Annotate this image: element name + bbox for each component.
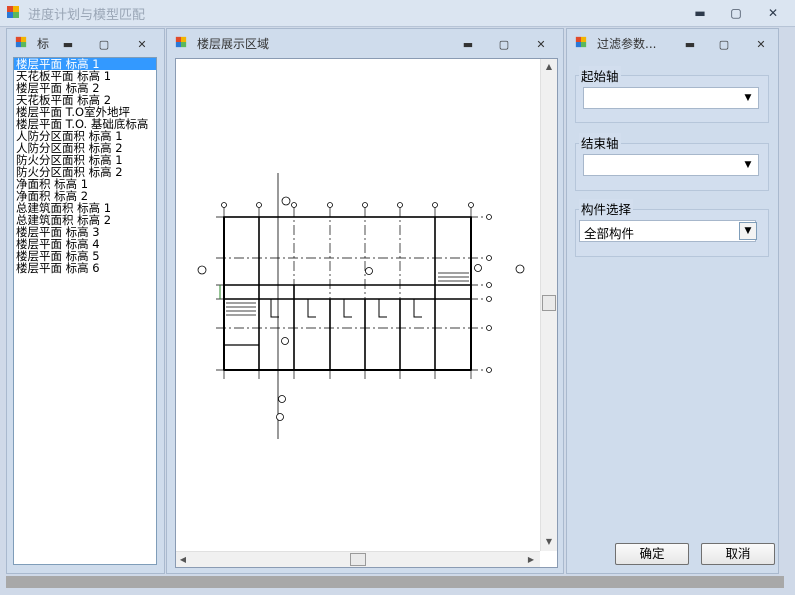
minimize-icon: ▬ bbox=[684, 38, 696, 51]
horizontal-scroll-thumb[interactable] bbox=[350, 553, 366, 566]
left-panel-title: 标 bbox=[37, 37, 50, 51]
scroll-up-icon[interactable]: ▲ bbox=[541, 62, 557, 71]
window-titlebar: 进度计划与模型匹配 ▬ ▢ ✕ bbox=[0, 0, 795, 27]
vertical-scrollbar[interactable]: ▲ ▼ bbox=[540, 59, 557, 551]
left-panel-close-button[interactable]: ✕ bbox=[133, 38, 151, 52]
center-panel: 楼层展示区域 ▬ ▢ ✕ ▲ ▼ ◀ ▶ bbox=[166, 28, 564, 574]
app-icon bbox=[7, 6, 19, 18]
close-icon: ✕ bbox=[137, 38, 147, 51]
left-panel-minimize-button[interactable]: ▬ bbox=[59, 38, 77, 52]
component-value: 全部构件 bbox=[584, 226, 635, 241]
right-panel-close-button[interactable]: ✕ bbox=[752, 38, 770, 52]
list-item[interactable]: 楼层平面 标高 6 bbox=[14, 262, 156, 274]
close-icon: ✕ bbox=[536, 38, 546, 51]
panel-icon bbox=[175, 36, 187, 48]
view-list[interactable]: 楼层平面 标高 1 天花板平面 标高 1 楼层平面 标高 2 天花板平面 标高 2 楼层… bbox=[13, 57, 157, 565]
start-axis-select[interactable]: ▼ bbox=[583, 87, 759, 109]
minimize-icon: ▬ bbox=[462, 38, 474, 51]
chevron-down-icon[interactable]: ▼ bbox=[740, 90, 756, 106]
scroll-left-icon[interactable]: ◀ bbox=[178, 555, 188, 564]
maximize-icon: ▢ bbox=[98, 38, 110, 51]
close-button[interactable]: ✕ bbox=[763, 5, 783, 21]
left-panel: 标 ▬ ▢ ✕ 楼层平面 标高 1 天花板平面 标高 1 楼层平面 标高 2 天花板平… bbox=[6, 28, 165, 574]
center-panel-maximize-button[interactable]: ▢ bbox=[495, 38, 513, 52]
end-axis-label: 结束轴 bbox=[579, 133, 621, 152]
window-title: 进度计划与模型匹配 bbox=[28, 8, 146, 23]
maximize-button[interactable]: ▢ bbox=[726, 5, 746, 21]
ok-button[interactable]: 确定 bbox=[615, 543, 689, 565]
end-axis-select[interactable]: ▼ bbox=[583, 154, 759, 176]
right-panel-maximize-button[interactable]: ▢ bbox=[715, 38, 733, 52]
maximize-icon: ▢ bbox=[730, 6, 742, 20]
minimize-icon: ▬ bbox=[62, 38, 74, 51]
status-bar bbox=[6, 576, 784, 588]
close-icon: ✕ bbox=[767, 6, 779, 20]
center-panel-minimize-button[interactable]: ▬ bbox=[459, 38, 477, 52]
panel-icon bbox=[15, 36, 27, 48]
left-panel-maximize-button[interactable]: ▢ bbox=[95, 38, 113, 52]
start-axis-label: 起始轴 bbox=[579, 66, 621, 85]
scroll-down-icon[interactable]: ▼ bbox=[541, 537, 557, 546]
right-panel-title: 过滤参数... bbox=[597, 37, 657, 51]
center-panel-title: 楼层展示区域 bbox=[197, 37, 270, 51]
maximize-icon: ▢ bbox=[718, 38, 730, 51]
component-label: 构件选择 bbox=[579, 199, 634, 218]
minimize-icon: ▬ bbox=[694, 6, 706, 20]
center-panel-close-button[interactable]: ✕ bbox=[532, 38, 550, 52]
vertical-scroll-thumb[interactable] bbox=[542, 295, 556, 311]
scroll-right-icon[interactable]: ▶ bbox=[526, 555, 536, 564]
right-panel-minimize-button[interactable]: ▬ bbox=[681, 38, 699, 52]
floor-plan-drawing[interactable] bbox=[176, 59, 540, 551]
panel-icon bbox=[575, 36, 587, 48]
maximize-icon: ▢ bbox=[498, 38, 510, 51]
chevron-down-icon[interactable]: ▼ bbox=[739, 222, 757, 240]
component-select[interactable]: 全部构件 ▼ bbox=[579, 220, 757, 242]
horizontal-scrollbar[interactable]: ◀ ▶ bbox=[176, 551, 540, 567]
floor-view-area[interactable]: ▲ ▼ ◀ ▶ bbox=[175, 58, 558, 568]
cancel-button[interactable]: 取消 bbox=[701, 543, 775, 565]
right-panel: 过滤参数... ▬ ▢ ✕ 起始轴 ▼ 结束轴 ▼ 构件选择 全部构件 ▼ 确定… bbox=[566, 28, 779, 574]
minimize-button[interactable]: ▬ bbox=[690, 5, 710, 21]
chevron-down-icon[interactable]: ▼ bbox=[740, 157, 756, 173]
close-icon: ✕ bbox=[756, 38, 766, 51]
